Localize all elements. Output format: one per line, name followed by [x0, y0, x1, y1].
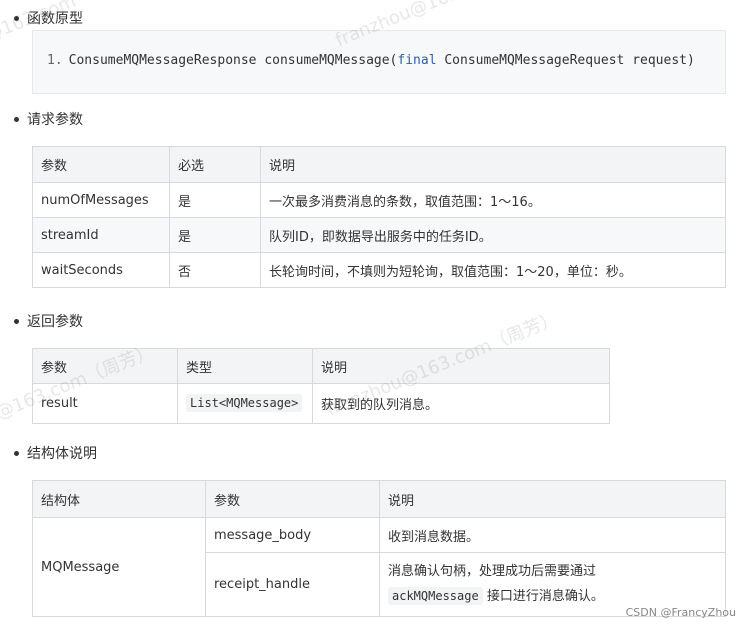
table-row: MQMessage message_body 收到消息数据。 — [32, 517, 726, 617]
param-required: 否 — [169, 252, 261, 288]
param-desc: 获取到的队列消息。 — [312, 383, 610, 424]
code-block: 1. ConsumeMQMessageResponse consumeMQMess… — [32, 30, 726, 94]
param-name: streamId — [32, 217, 170, 253]
param-name: waitSeconds — [32, 252, 170, 288]
section-title-response: 返回参数 — [27, 314, 83, 330]
code-keyword: final — [397, 53, 437, 68]
param-desc: 长轮询时间，不填则为短轮询，取值范围：1～20，单位：秒。 — [260, 252, 726, 288]
bullet-dot — [14, 450, 19, 456]
code-line: 1. ConsumeMQMessageResponse consumeMQMess… — [47, 53, 695, 68]
param-name: message_body — [205, 517, 380, 553]
table-row: numOfMessages 是 一次最多消费消息的条数，取值范围：1～16。 — [32, 182, 726, 218]
param-name: numOfMessages — [32, 182, 170, 218]
struct-table: 结构体 参数 说明 MQMessage message_body 收到消息数据。… — [32, 480, 726, 617]
header-cell: 参数 — [205, 480, 380, 518]
response-params-table: 参数 类型 说明 result List<MQMessage> 获取到的队列消息… — [32, 348, 610, 424]
param-desc: 收到消息数据。 — [379, 517, 726, 553]
type-code: List<MQMessage> — [186, 394, 303, 412]
bullet-dot — [14, 318, 19, 324]
bullet-dot — [14, 116, 19, 122]
header-cell: 必选 — [169, 146, 261, 183]
section-bullet-request: 请求参数 — [14, 109, 83, 129]
table-header-row: 参数 类型 说明 — [32, 348, 610, 384]
desc-tail: 接口进行消息确认。 — [486, 589, 604, 604]
ack-code: ackMQMessage — [388, 587, 483, 605]
section-title-prototype: 函数原型 — [27, 11, 83, 27]
request-params-table: 参数 必选 说明 numOfMessages 是 一次最多消费消息的条数，取值范… — [32, 146, 726, 288]
header-cell: 说明 — [312, 348, 610, 384]
param-type: List<MQMessage> — [177, 383, 313, 424]
bullet-dot — [14, 15, 19, 21]
table-header-row: 参数 必选 说明 — [32, 146, 726, 183]
table-header-row: 结构体 参数 说明 — [32, 480, 726, 518]
section-title-struct: 结构体说明 — [27, 446, 97, 462]
table-row: streamId 是 队列ID，即数据导出服务中的任务ID。 — [32, 217, 726, 253]
section-bullet-prototype: 函数原型 — [14, 8, 83, 28]
header-cell: 结构体 — [32, 480, 206, 518]
footer-credit: CSDN @FrancyZhou — [625, 606, 736, 619]
struct-name: MQMessage — [32, 517, 206, 617]
code-part2: ConsumeMQMessageRequest request) — [436, 53, 695, 68]
param-name: result — [32, 383, 178, 424]
header-cell: 类型 — [177, 348, 313, 384]
header-cell: 参数 — [32, 146, 170, 183]
code-line-number: 1. — [47, 53, 63, 68]
param-desc: 一次最多消费消息的条数，取值范围：1～16。 — [260, 182, 726, 218]
param-required: 是 — [169, 217, 261, 253]
header-cell: 说明 — [379, 480, 726, 518]
section-title-request: 请求参数 — [27, 112, 83, 128]
section-bullet-struct: 结构体说明 — [14, 443, 97, 463]
desc-line1: 消息确认句柄，处理成功后需要通过 — [388, 564, 597, 579]
table-row: result List<MQMessage> 获取到的队列消息。 — [32, 383, 610, 424]
table-row: waitSeconds 否 长轮询时间，不填则为短轮询，取值范围：1～20，单位… — [32, 252, 726, 288]
section-bullet-response: 返回参数 — [14, 311, 83, 331]
header-cell: 说明 — [260, 146, 726, 183]
header-cell: 参数 — [32, 348, 178, 384]
param-name: receipt_handle — [205, 552, 380, 617]
code-part1: ConsumeMQMessageResponse consumeMQMessag… — [68, 53, 398, 68]
param-desc: 队列ID，即数据导出服务中的任务ID。 — [260, 217, 726, 253]
param-required: 是 — [169, 182, 261, 218]
